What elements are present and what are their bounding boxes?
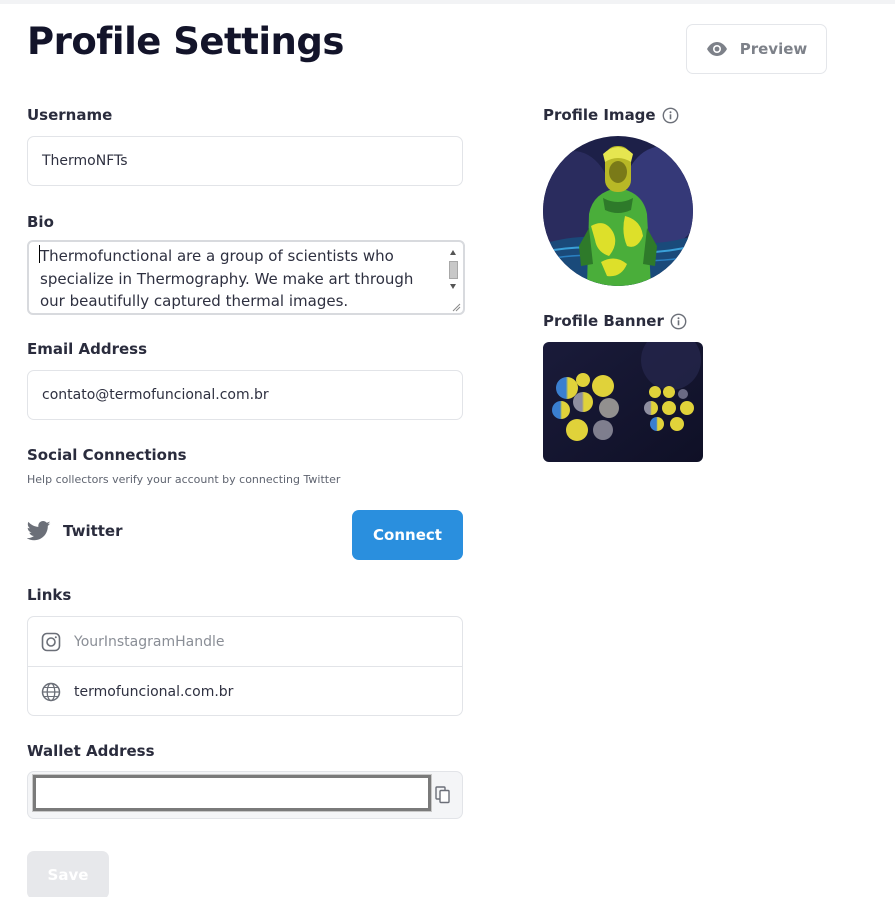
globe-icon — [41, 682, 61, 702]
profile-image-label: Profile Image — [543, 106, 656, 124]
connect-twitter-button[interactable]: Connect — [352, 510, 463, 560]
preview-button[interactable]: Preview — [686, 24, 827, 74]
website-value: termofuncional.com.br — [74, 684, 234, 700]
email-label: Email Address — [27, 340, 148, 358]
info-icon[interactable] — [662, 107, 679, 124]
instagram-icon — [41, 632, 61, 651]
social-connections-label: Social Connections — [27, 446, 187, 464]
info-icon[interactable] — [670, 313, 687, 330]
wallet-address-input[interactable] — [32, 774, 432, 812]
scroll-down-arrow-icon[interactable] — [450, 284, 456, 289]
email-field[interactable]: contato@termofuncional.com.br — [27, 370, 463, 420]
copy-icon[interactable] — [435, 786, 451, 804]
username-label: Username — [27, 106, 113, 124]
instagram-link-field[interactable]: YourInstagramHandle — [28, 617, 462, 667]
bio-scrollbar[interactable] — [446, 244, 461, 302]
text-caret — [39, 245, 40, 263]
bio-label: Bio — [27, 213, 54, 231]
profile-banner-image — [543, 342, 703, 462]
username-field[interactable]: ThermoNFTs — [27, 136, 463, 186]
links-label: Links — [27, 586, 72, 604]
bio-text: Thermofunctional are a group of scientis… — [40, 247, 414, 310]
profile-image[interactable] — [543, 136, 693, 286]
twitter-label: Twitter — [63, 522, 123, 540]
social-helper-text: Help collectors verify your account by c… — [27, 473, 341, 486]
wallet-label: Wallet Address — [27, 742, 155, 760]
profile-banner[interactable] — [543, 342, 703, 462]
profile-thermal-image — [543, 136, 693, 286]
website-link-field[interactable]: termofuncional.com.br — [28, 667, 462, 717]
wallet-field-group — [27, 771, 463, 819]
save-button[interactable]: Save — [27, 851, 109, 897]
twitter-icon — [27, 521, 51, 541]
profile-banner-heading: Profile Banner — [543, 312, 687, 330]
email-value: contato@termofuncional.com.br — [42, 387, 269, 403]
instagram-placeholder: YourInstagramHandle — [74, 633, 225, 650]
preview-label: Preview — [739, 40, 808, 58]
profile-image-heading: Profile Image — [543, 106, 679, 124]
scroll-up-arrow-icon[interactable] — [450, 250, 456, 255]
page-title: Profile Settings — [27, 20, 344, 63]
links-group: YourInstagramHandle termofuncional.com.b… — [27, 616, 463, 716]
username-value: ThermoNFTs — [42, 153, 128, 169]
top-divider — [0, 0, 895, 4]
bio-textarea[interactable]: Thermofunctional are a group of scientis… — [27, 240, 465, 315]
profile-banner-label: Profile Banner — [543, 312, 664, 330]
eye-icon — [706, 42, 727, 56]
scroll-thumb[interactable] — [449, 261, 458, 279]
twitter-connection: Twitter — [27, 521, 123, 541]
resize-grip-icon[interactable] — [451, 302, 461, 312]
